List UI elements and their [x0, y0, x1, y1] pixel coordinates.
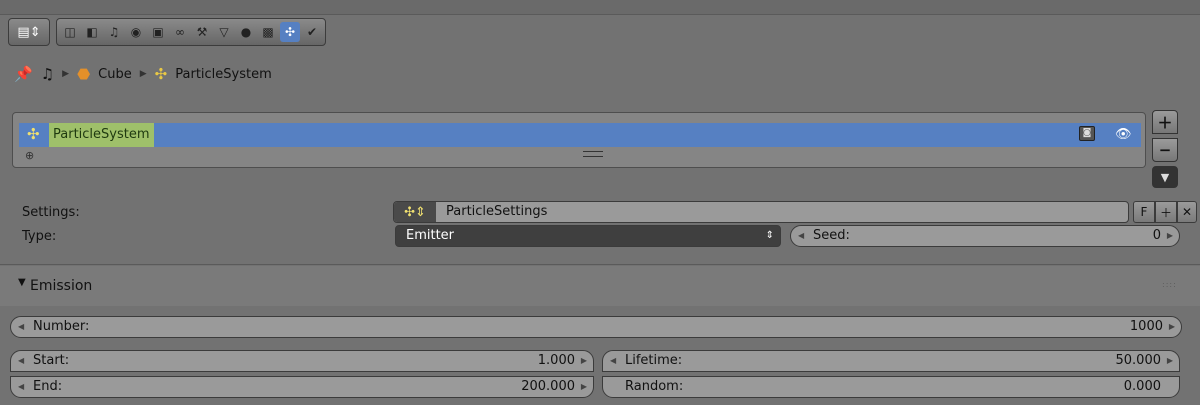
camera-icon[interactable]: ◙ — [1079, 126, 1095, 141]
world-tab-icon[interactable]: ◉ — [126, 22, 146, 42]
physics-tab-icon[interactable]: ✔ — [302, 22, 322, 42]
new-settings-button[interactable]: ＋ — [1155, 201, 1177, 223]
context-tabs: ◫ ◧ ♫ ◉ ▣ ∞ ⚒ ▽ ● ▩ ✣ ✔ — [56, 18, 326, 46]
cube-object-icon: ⬣ — [77, 65, 91, 83]
expand-filter-icon[interactable]: ⊕ — [25, 149, 34, 162]
pin-icon[interactable]: 📌 — [14, 65, 33, 83]
editor-type-icon: ▤⇕ — [17, 24, 41, 40]
particle-system-icon: ✣ — [27, 125, 40, 143]
random-label: Random: — [625, 379, 684, 394]
eye-icon[interactable]: 👁 — [1115, 123, 1132, 147]
scene-icon: ♫ — [40, 65, 55, 83]
type-label: Type: — [22, 229, 57, 244]
random-field[interactable]: Random: 0.000 — [602, 376, 1180, 398]
collapse-triangle-icon: ▼ — [18, 277, 26, 288]
increment-arrow-icon[interactable]: ▶ — [581, 377, 587, 397]
render-tab-icon[interactable]: ◫ — [60, 22, 80, 42]
particle-system-list: ✣ ParticleSystem ◙ 👁 ⊕ — [12, 112, 1146, 168]
decrement-arrow-icon[interactable]: ◀ — [610, 351, 616, 371]
increment-arrow-icon[interactable]: ▶ — [1169, 317, 1175, 337]
breadcrumb-particle-system: ParticleSystem — [175, 66, 272, 82]
minus-icon: − — [1158, 141, 1172, 159]
texture-tab-icon[interactable]: ▩ — [258, 22, 278, 42]
breadcrumb-object: Cube — [98, 66, 132, 82]
start-value: 1.000 — [537, 353, 575, 368]
increment-arrow-icon[interactable]: ▶ — [581, 351, 587, 371]
properties-header: ▤⇕ ◫ ◧ ♫ ◉ ▣ ∞ ⚒ ▽ ● ▩ ✣ ✔ — [8, 18, 326, 46]
start-field[interactable]: ◀ Start: 1.000 ▶ — [10, 350, 594, 372]
add-particle-system-button[interactable]: ＋ — [1152, 110, 1178, 134]
browse-settings-icon[interactable]: ✣⇕ — [394, 202, 436, 222]
constraints-tab-icon[interactable]: ∞ — [170, 22, 190, 42]
chevron-right-icon: ▶ — [139, 69, 147, 79]
increment-arrow-icon[interactable]: ▶ — [1167, 226, 1173, 246]
fake-user-label: F — [1140, 205, 1148, 219]
list-item[interactable]: ✣ ParticleSystem ◙ 👁 — [19, 123, 1141, 147]
end-value: 200.000 — [521, 379, 575, 394]
plus-icon: ＋ — [1159, 205, 1172, 220]
number-label: Number: — [33, 319, 90, 334]
lifetime-field[interactable]: ◀ Lifetime: 50.000 ▶ — [602, 350, 1180, 372]
remove-particle-system-button[interactable]: − — [1152, 138, 1178, 162]
seed-value: 0 — [1152, 228, 1161, 243]
list-item-name[interactable]: ParticleSystem — [49, 123, 154, 147]
fake-user-button[interactable]: F — [1133, 201, 1155, 223]
top-strip — [0, 0, 1200, 15]
particles-tab-icon[interactable]: ✣ — [280, 22, 300, 42]
editor-type-button[interactable]: ▤⇕ — [8, 18, 50, 46]
decrement-arrow-icon[interactable]: ◀ — [18, 377, 24, 397]
unlink-settings-button[interactable]: ✕ — [1177, 201, 1197, 223]
end-field[interactable]: ◀ End: 200.000 ▶ — [10, 376, 594, 398]
start-label: Start: — [33, 353, 70, 368]
close-icon: ✕ — [1181, 205, 1193, 219]
dropdown-triangle-icon: ▼ — [1160, 170, 1170, 184]
seed-label: Seed: — [813, 228, 850, 243]
panel-title: Emission — [30, 278, 93, 294]
number-value: 1000 — [1129, 319, 1163, 334]
type-value: Emitter — [406, 228, 455, 243]
end-label: End: — [33, 379, 63, 394]
particle-system-icon: ✣ — [154, 65, 168, 83]
random-value: 0.000 — [1123, 379, 1161, 394]
particle-settings-field[interactable]: ✣⇕ ParticleSettings — [393, 201, 1129, 223]
render-layers-tab-icon[interactable]: ◧ — [82, 22, 102, 42]
panel-divider — [0, 264, 1200, 265]
specials-menu-button[interactable]: ▼ — [1152, 166, 1178, 188]
emission-panel-header[interactable]: ▼ Emission :::: — [0, 266, 1200, 306]
settings-value[interactable]: ParticleSettings — [446, 202, 547, 222]
increment-arrow-icon[interactable]: ▶ — [1167, 351, 1173, 371]
seed-field[interactable]: ◀ Seed: 0 ▶ — [790, 225, 1180, 247]
resize-grip[interactable] — [583, 151, 603, 157]
type-dropdown[interactable]: Emitter ⇕ — [395, 225, 781, 247]
decrement-arrow-icon[interactable]: ◀ — [18, 317, 24, 337]
decrement-arrow-icon[interactable]: ◀ — [18, 351, 24, 371]
lifetime-value: 50.000 — [1115, 353, 1162, 368]
drag-handle-icon[interactable]: :::: — [1162, 280, 1177, 289]
scene-tab-icon[interactable]: ♫ — [104, 22, 124, 42]
decrement-arrow-icon[interactable]: ◀ — [798, 226, 804, 246]
chevron-updown-icon: ⇕ — [765, 230, 774, 241]
settings-label: Settings: — [22, 205, 80, 220]
modifiers-tab-icon[interactable]: ⚒ — [192, 22, 212, 42]
lifetime-label: Lifetime: — [625, 353, 683, 368]
plus-icon: ＋ — [1157, 113, 1173, 132]
object-tab-icon[interactable]: ▣ — [148, 22, 168, 42]
material-tab-icon[interactable]: ● — [236, 22, 256, 42]
number-field[interactable]: ◀ Number: 1000 ▶ — [10, 316, 1182, 338]
breadcrumb: 📌 ♫ ▶ ⬣ Cube ▶ ✣ ParticleSystem — [14, 62, 272, 86]
chevron-right-icon: ▶ — [62, 69, 70, 79]
data-tab-icon[interactable]: ▽ — [214, 22, 234, 42]
